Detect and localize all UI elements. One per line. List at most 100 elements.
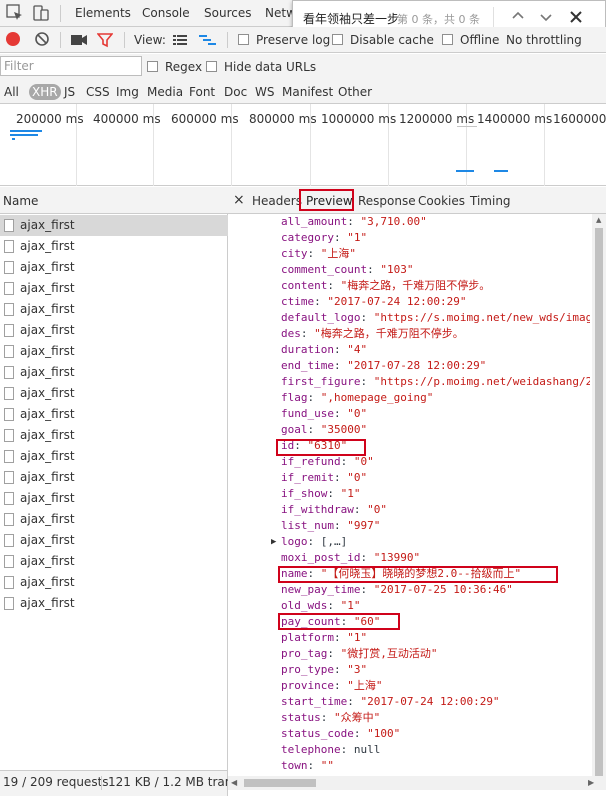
offline-checkbox[interactable]	[442, 34, 453, 45]
tab-response[interactable]: Response	[358, 194, 416, 208]
json-colon: :	[333, 231, 348, 244]
find-previous-icon[interactable]	[511, 9, 525, 26]
type-js[interactable]: JS	[64, 85, 75, 99]
scroll-right-arrow-icon[interactable]: ▶	[588, 778, 594, 787]
json-colon: :	[307, 391, 321, 404]
scroll-up-arrow-icon[interactable]: ▲	[596, 216, 601, 224]
json-property[interactable]: logo: [,…]	[281, 534, 347, 550]
waterfall-view-icon[interactable]	[199, 34, 217, 49]
type-ws[interactable]: WS	[255, 85, 274, 99]
json-key: city	[281, 247, 308, 260]
device-toolbar-icon[interactable]	[32, 4, 50, 22]
find-query-input[interactable]: 看年领袖只差一步	[303, 10, 399, 27]
type-xhr[interactable]: XHR	[29, 84, 61, 100]
large-rows-icon[interactable]	[173, 34, 187, 49]
request-name: ajax_first	[20, 365, 75, 379]
request-row[interactable]: ajax_first	[0, 257, 228, 278]
disable-cache-checkbox[interactable]	[332, 34, 343, 45]
regex-checkbox[interactable]	[147, 61, 158, 72]
hide-data-urls-checkbox[interactable]	[206, 61, 217, 72]
json-key: status	[281, 711, 321, 724]
request-row[interactable]: ajax_first	[0, 488, 228, 509]
json-property: goal: "35000"	[281, 422, 367, 438]
request-name: ajax_first	[20, 260, 75, 274]
request-row[interactable]: ajax_first	[0, 551, 228, 572]
type-font[interactable]: Font	[189, 85, 215, 99]
type-other[interactable]: Other	[338, 85, 372, 99]
close-details-icon[interactable]: ×	[233, 192, 245, 208]
clear-icon[interactable]	[34, 31, 50, 50]
tab-cookies[interactable]: Cookies	[418, 194, 465, 208]
request-row[interactable]: ajax_first	[0, 446, 228, 467]
type-doc[interactable]: Doc	[224, 85, 247, 99]
json-value: "0"	[367, 503, 387, 516]
filter-input[interactable]: Filter	[0, 56, 142, 76]
name-column-header[interactable]: Name	[0, 187, 228, 214]
json-key: if_refund	[281, 455, 341, 468]
request-row[interactable]: ajax_first	[0, 236, 228, 257]
request-row[interactable]: ajax_first	[0, 509, 228, 530]
json-value: "上海"	[320, 247, 356, 260]
json-key: des	[281, 327, 301, 340]
timeline-request-bar	[494, 170, 508, 172]
json-colon: :	[360, 375, 374, 388]
request-row[interactable]: ajax_first	[0, 362, 228, 383]
request-row[interactable]: ajax_first	[0, 215, 228, 236]
json-property: default_logo: "https://s.moimg.net/new_w…	[281, 310, 590, 326]
timeline-tick: 600000 ms	[171, 112, 239, 126]
request-list: Name ajax_first ajax_first ajax_first ajax_…	[0, 187, 228, 770]
json-value: "0"	[353, 455, 374, 468]
type-media[interactable]: Media	[147, 85, 183, 99]
inspect-element-icon[interactable]	[6, 4, 24, 22]
request-row[interactable]: ajax_first	[0, 299, 228, 320]
json-property: all_amount: "3,710.00"	[281, 214, 427, 230]
status-bar: 19 / 209 requests 121 KB / 1.2 MB trans.…	[0, 770, 250, 796]
file-icon	[4, 219, 14, 232]
request-row[interactable]: ajax_first	[0, 572, 228, 593]
type-css[interactable]: CSS	[86, 85, 110, 99]
timeline-tick: 1600000 ms	[553, 112, 606, 126]
camera-icon[interactable]	[70, 33, 88, 50]
request-row[interactable]: ajax_first	[0, 320, 228, 341]
tab-elements[interactable]: Elements	[75, 6, 131, 20]
request-row[interactable]: ajax_first	[0, 530, 228, 551]
json-colon: :	[307, 535, 321, 548]
request-name: ajax_first	[20, 449, 75, 463]
tab-headers[interactable]: Headers	[252, 194, 302, 208]
request-row[interactable]: ajax_first	[0, 383, 228, 404]
json-value: "2017-07-24 12:00:29"	[327, 295, 467, 308]
timeline-overview[interactable]: 200000 ms 400000 ms 600000 ms 800000 ms …	[0, 104, 606, 186]
json-key: list_num	[281, 519, 334, 532]
file-icon	[4, 303, 14, 316]
request-row[interactable]: ajax_first	[0, 467, 228, 488]
tab-console[interactable]: Console	[142, 6, 190, 20]
json-property: if_show: "1"	[281, 486, 360, 502]
json-property: status_code: "100"	[281, 726, 400, 742]
request-row[interactable]: ajax_first	[0, 425, 228, 446]
request-row[interactable]: ajax_first	[0, 404, 228, 425]
expand-triangle-icon[interactable]: ▶	[271, 537, 276, 547]
request-name: ajax_first	[20, 512, 75, 526]
find-close-icon[interactable]	[569, 10, 583, 27]
tab-timing[interactable]: Timing	[470, 194, 511, 208]
find-next-icon[interactable]	[539, 10, 553, 27]
preview-horizontal-scrollbar[interactable]: ◀ ▶	[228, 776, 606, 790]
record-icon[interactable]	[6, 32, 20, 46]
request-row[interactable]: ajax_first	[0, 278, 228, 299]
throttling-select[interactable]: No throttling	[506, 33, 582, 47]
json-property: if_withdraw: "0"	[281, 502, 387, 518]
request-row[interactable]: ajax_first	[0, 593, 228, 614]
type-img[interactable]: Img	[116, 85, 139, 99]
json-property: end_time: "2017-07-28 12:00:29"	[281, 358, 486, 374]
filter-funnel-icon[interactable]	[96, 32, 114, 51]
type-manifest[interactable]: Manifest	[282, 85, 333, 99]
type-all[interactable]: All	[4, 85, 19, 99]
file-icon	[4, 345, 14, 358]
tab-sources[interactable]: Sources	[204, 6, 251, 20]
preserve-log-checkbox[interactable]	[238, 34, 249, 45]
preview-vertical-scrollbar[interactable]: ▲	[592, 214, 606, 788]
vertical-scroll-thumb[interactable]	[595, 228, 603, 788]
scroll-left-arrow-icon[interactable]: ◀	[231, 778, 237, 787]
request-row[interactable]: ajax_first	[0, 341, 228, 362]
horizontal-scroll-thumb[interactable]	[244, 779, 316, 787]
